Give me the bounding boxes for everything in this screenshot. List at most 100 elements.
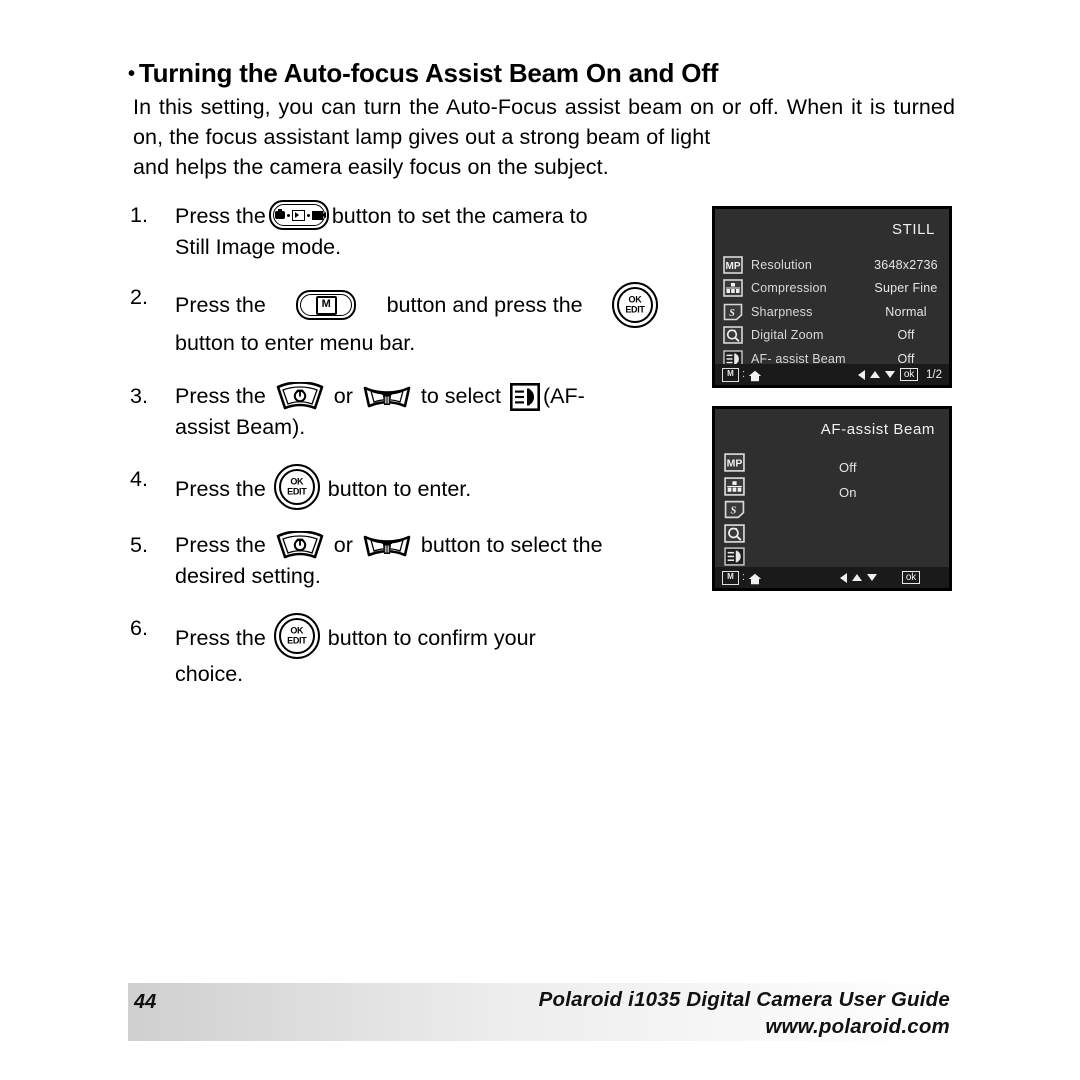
menu-value-compression: Super Fine	[874, 281, 938, 296]
step-6-text-before: Press the	[175, 626, 266, 650]
footer-page-number: 44	[134, 991, 157, 1013]
step-2-line-2: button to enter menu bar.	[175, 331, 416, 355]
footer-website-url: www.polaroid.com	[765, 1015, 950, 1038]
step-2-number: 2.	[130, 285, 148, 309]
svg-text:MP: MP	[726, 261, 741, 272]
menu-row-digital-zoom: Digital Zoom Off	[723, 324, 943, 348]
menu-button-icon: M	[296, 290, 357, 320]
menu-button-inner: M	[298, 292, 354, 318]
step-6: 6. Press the OK EDIT button to confirm y…	[130, 613, 660, 690]
lcd-option-title: AF-assist Beam	[820, 421, 935, 438]
step-3-text-mid: or	[333, 384, 353, 408]
af-assist-beam-icon	[509, 383, 540, 411]
step-4-line-1: Press the OK EDIT button to enter.	[175, 464, 660, 510]
step-6-line-1: Press the OK EDIT button to confirm your	[175, 613, 660, 659]
intro-paragraph: In this setting, you can turn the Auto-F…	[133, 92, 955, 182]
step-2-text-before: Press the	[175, 292, 266, 317]
status-bar-right: ok	[839, 571, 942, 584]
step-3: 3. Press the or to select (AF- assist Be…	[130, 381, 660, 443]
menu-value-digital-zoom: Off	[897, 328, 915, 343]
svg-text:S: S	[729, 308, 735, 319]
status-bar-left: M :	[722, 570, 762, 585]
arrow-left-icon	[839, 572, 847, 583]
option-item-on[interactable]: On	[839, 480, 857, 505]
lcd-menu-status-bar: M : ok 1/2	[715, 364, 949, 385]
ok-edit-button-icon: OK EDIT	[273, 464, 320, 510]
mode-button-icon	[268, 200, 329, 230]
status-separator: :	[742, 571, 746, 583]
step-4-text-after: button to enter.	[327, 477, 472, 501]
compression-icon	[723, 279, 743, 298]
step-2-line-1: Press the M button and press the OK EDIT	[175, 282, 660, 328]
footer-text-block: Polaroid i1035 Digital Camera User Guide…	[539, 988, 950, 1039]
menu-label-digital-zoom: Digital Zoom	[751, 328, 824, 343]
step-3-text-tail: (AF-	[542, 384, 585, 408]
ok-line-1: OK	[290, 625, 304, 636]
step-1-text-after: button to set the camera to	[331, 204, 588, 228]
ok-line-2: EDIT	[287, 635, 307, 645]
step-5: 5. Press the or button to select the des…	[130, 530, 660, 592]
menu-row-resolution: MP Resolution 3648x2736	[723, 253, 943, 277]
menu-button-indicator: M	[722, 367, 739, 382]
menu-value-resolution: 3648x2736	[874, 257, 938, 272]
step-2-text-mid: button and press the	[386, 292, 583, 317]
arrow-down-icon	[884, 371, 895, 378]
svg-text:S: S	[731, 506, 737, 517]
menu-label-sharpness: Sharpness	[751, 304, 813, 319]
menu-letter: M	[315, 295, 337, 315]
digital-zoom-icon	[723, 326, 743, 345]
ok-edit-label: OK EDIT	[614, 294, 656, 315]
up-self-timer-button-icon	[275, 531, 325, 561]
footer-guide-title: Polaroid i1035 Digital Camera User Guide	[538, 988, 950, 1011]
ok-edit-label: OK EDIT	[276, 476, 318, 497]
sharpness-icon: S	[724, 500, 745, 519]
step-1-text-before: Press the	[175, 204, 266, 228]
status-bar-right: ok 1/2	[857, 368, 942, 381]
intro-line-3: and helps the camera easily focus on the…	[133, 155, 609, 179]
step-3-number: 3.	[130, 384, 148, 408]
step-1: 1. Press the button to set the camera to…	[130, 200, 660, 263]
lcd-option-icon-rail: MP S	[724, 453, 745, 571]
heading-text: Turning the Auto-focus Assist Beam On an…	[138, 58, 719, 88]
down-delete-button-icon	[362, 382, 412, 412]
resolution-mp-icon: MP	[723, 255, 743, 274]
step-5-line-1: Press the or button to select the	[175, 530, 660, 561]
compression-icon	[724, 476, 745, 496]
home-icon	[748, 572, 762, 584]
steps-list: 1. Press the button to set the camera to…	[130, 200, 660, 709]
arrow-down-icon	[866, 574, 877, 581]
step-4: 4. Press the OK EDIT button to enter.	[130, 464, 660, 510]
home-icon	[748, 369, 762, 381]
ok-line-1: OK	[290, 476, 304, 487]
lcd-option-status-bar: M : ok	[715, 567, 949, 588]
ok-indicator: ok	[901, 571, 920, 584]
page-footer: 44 Polaroid i1035 Digital Camera User Gu…	[128, 983, 954, 1041]
step-6-line-2: choice.	[175, 662, 244, 686]
ok-edit-button-icon: OK EDIT	[611, 282, 658, 328]
digital-zoom-icon	[724, 523, 745, 543]
option-item-off[interactable]: Off	[839, 455, 857, 480]
ok-line-1: OK	[628, 294, 642, 305]
intro-line-1: In this setting, you can turn the Auto-F…	[133, 95, 844, 119]
document-page: • Turning the Auto-focus Assist Beam On a…	[0, 0, 1080, 1080]
camera-glyph	[274, 209, 285, 219]
step-5-number: 5.	[130, 533, 148, 557]
ok-edit-button-icon: OK EDIT	[273, 613, 320, 659]
step-4-text-before: Press the	[175, 477, 266, 501]
step-6-number: 6.	[130, 616, 148, 640]
menu-label-resolution: Resolution	[751, 257, 813, 272]
step-3-text-after: to select	[420, 384, 501, 408]
af-assist-beam-icon	[724, 547, 745, 566]
step-3-text-before: Press the	[175, 384, 266, 408]
up-self-timer-button-icon	[275, 382, 325, 412]
status-separator: :	[742, 368, 746, 380]
page-indicator: 1/2	[926, 368, 942, 381]
step-5-line-2: desired setting.	[175, 564, 321, 588]
step-3-line-2: assist Beam).	[175, 415, 306, 439]
arrow-left-icon	[857, 369, 865, 380]
bullet-glyph: •	[128, 63, 135, 85]
arrow-up-icon	[851, 574, 862, 581]
step-6-text-after: button to confirm your	[327, 626, 536, 650]
menu-button-indicator: M	[722, 570, 739, 585]
step-3-line-1: Press the or to select (AF-	[175, 381, 660, 412]
